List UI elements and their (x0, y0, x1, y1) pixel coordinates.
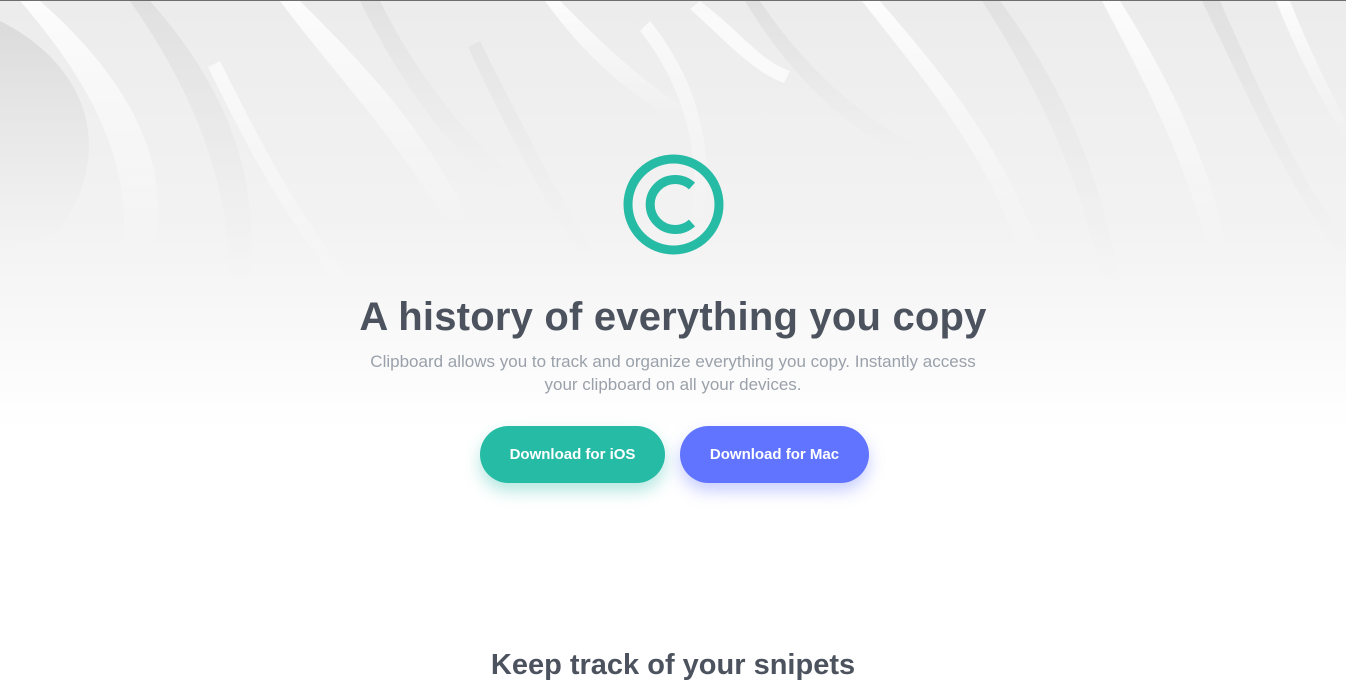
hero-subtitle: Clipboard allows you to track and organi… (370, 352, 976, 394)
hero-headline: A history of everything you copy (359, 295, 987, 339)
download-mac-button[interactable]: Download for Mac (680, 426, 869, 483)
copyright-icon (623, 154, 724, 255)
snippets-section-title: Keep track of your snipets (490, 649, 856, 681)
download-ios-button[interactable]: Download for iOS (480, 426, 665, 483)
